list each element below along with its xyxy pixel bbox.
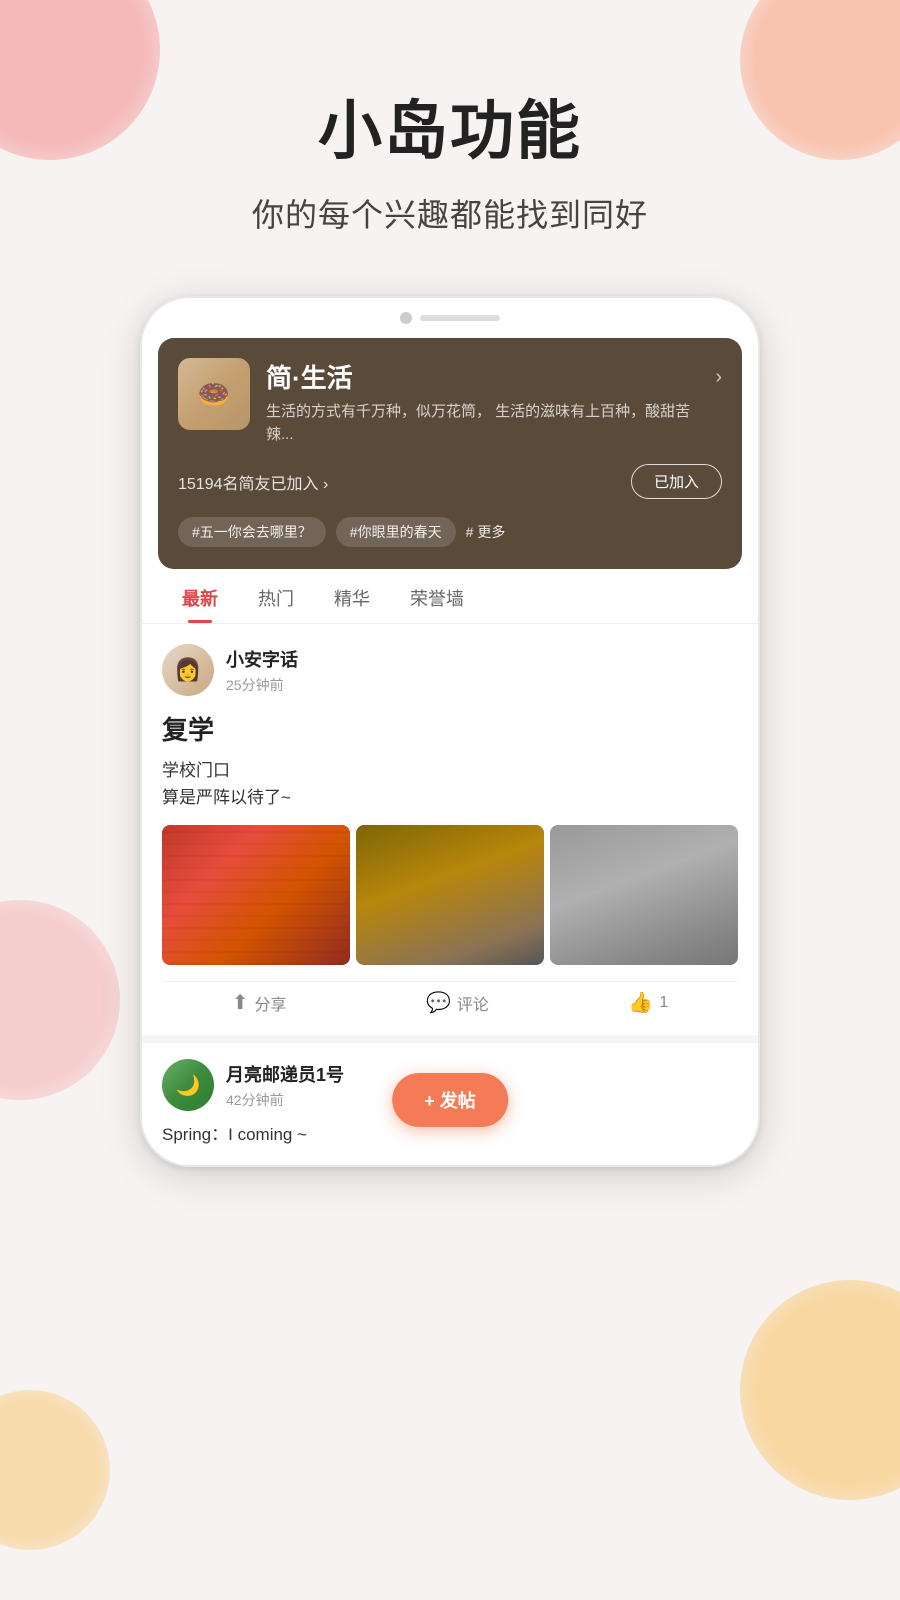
post-1-image-2[interactable] (356, 825, 544, 965)
like-icon: 👍 (628, 990, 653, 1015)
island-tags: #五一你会去哪里？ #你眼里的春天 # 更多 (178, 517, 722, 547)
island-info: 简·生活 生活的方式有千万种，似万花筒， 生活的滋味有上百种，酸甜苦辣... (266, 358, 699, 446)
island-avatar-image: 🍩 (178, 358, 250, 430)
island-tag-1[interactable]: #五一你会去哪里？ (178, 517, 326, 547)
page-title: 小岛功能 (60, 80, 840, 172)
phone-camera (400, 312, 412, 324)
post-fab-button[interactable]: + 发帖 (392, 1073, 508, 1127)
post-1-content-line1: 学校门口 (162, 761, 230, 780)
post-2-avatar-image: 🌙 (162, 1059, 214, 1111)
post-1-time: 25分钟前 (226, 675, 738, 695)
bg-decoration-bottom-right (740, 1280, 900, 1500)
tab-honor[interactable]: 荣誉墙 (390, 569, 484, 623)
post-1-image-3[interactable] (550, 825, 738, 965)
share-label: 分享 (255, 991, 287, 1015)
comment-button[interactable]: 💬 评论 (426, 990, 489, 1015)
comment-label: 评论 (457, 991, 489, 1015)
island-join-button[interactable]: 已加入 (631, 464, 722, 499)
post-1-title: 复学 (162, 710, 738, 747)
post-1-images (162, 825, 738, 965)
phone-top-bar (142, 298, 758, 338)
post-1-avatar: 👩 (162, 644, 214, 696)
phone-speaker (420, 315, 500, 321)
island-description: 生活的方式有千万种，似万花筒， 生活的滋味有上百种，酸甜苦辣... (266, 401, 699, 446)
post-1-meta: 小安字话 25分钟前 (226, 646, 738, 695)
tab-hot[interactable]: 热门 (238, 569, 314, 623)
island-members-row: 15194名简友已加入 › 已加入 (178, 464, 722, 499)
header-section: 小岛功能 你的每个兴趣都能找到同好 (0, 0, 900, 276)
island-name: 简·生活 (266, 358, 699, 395)
phone-frame: 🍩 简·生活 生活的方式有千万种，似万花筒， 生活的滋味有上百种，酸甜苦辣...… (140, 296, 760, 1167)
bg-decoration-bottom-left (0, 1390, 110, 1550)
comment-icon: 💬 (426, 990, 451, 1015)
hash-icon: # (466, 524, 474, 540)
phone-wrapper: 🍩 简·生活 生活的方式有千万种，似万花筒， 生活的滋味有上百种，酸甜苦辣...… (0, 276, 900, 1207)
post-1-actions: ⬆ 分享 💬 评论 👍 1 (162, 981, 738, 1019)
like-count: 1 (659, 994, 668, 1012)
island-tag-2[interactable]: #你眼里的春天 (336, 517, 456, 547)
tab-latest[interactable]: 最新 (162, 569, 238, 623)
island-member-count[interactable]: 15194名简友已加入 › (178, 470, 328, 494)
post-1-content-line2: 算是严阵以待了~ (162, 788, 291, 807)
more-label: 更多 (477, 522, 505, 542)
post-card-1: 👩 小安字话 25分钟前 复学 学校门口 算是严阵以待了~ ⬆ (142, 628, 758, 1043)
island-header: 🍩 简·生活 生活的方式有千万种，似万花筒， 生活的滋味有上百种，酸甜苦辣...… (178, 358, 722, 446)
post-1-avatar-image: 👩 (162, 644, 214, 696)
post-1-image-1[interactable] (162, 825, 350, 965)
page-subtitle: 你的每个兴趣都能找到同好 (60, 190, 840, 236)
island-avatar: 🍩 (178, 358, 250, 430)
post-2-avatar: 🌙 (162, 1059, 214, 1111)
share-icon: ⬆ (232, 990, 249, 1015)
island-chevron-icon[interactable]: › (715, 366, 722, 389)
tab-featured[interactable]: 精华 (314, 569, 390, 623)
tabs-row: 最新 热门 精华 荣誉墙 (142, 569, 758, 624)
post-1-header: 👩 小安字话 25分钟前 (162, 644, 738, 696)
post-1-username: 小安字话 (226, 646, 738, 672)
fab-container: + 发帖 (392, 1073, 508, 1127)
post-1-content: 学校门口 算是严阵以待了~ (162, 757, 738, 811)
island-card: 🍩 简·生活 生活的方式有千万种，似万花筒， 生活的滋味有上百种，酸甜苦辣...… (158, 338, 742, 569)
share-button[interactable]: ⬆ 分享 (232, 990, 287, 1015)
like-button[interactable]: 👍 1 (628, 990, 668, 1015)
island-tag-more[interactable]: # 更多 (466, 522, 506, 542)
